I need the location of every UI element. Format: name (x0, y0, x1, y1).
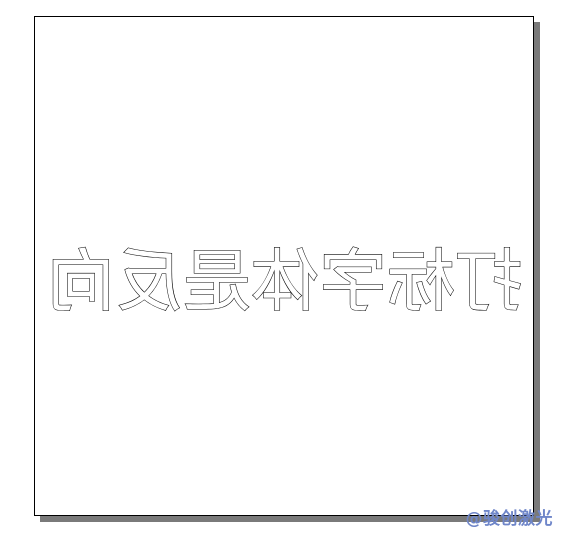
mirrored-text-group: 打标字体是反向 (35, 17, 533, 515)
mirrored-text[interactable]: 打标字体是反向 (46, 242, 523, 322)
watermark-label: @骏创激光 (465, 509, 553, 529)
canvas-page[interactable]: 打标字体是反向 (34, 16, 534, 516)
mirrored-text-svg: 打标字体是反向 (46, 242, 523, 322)
